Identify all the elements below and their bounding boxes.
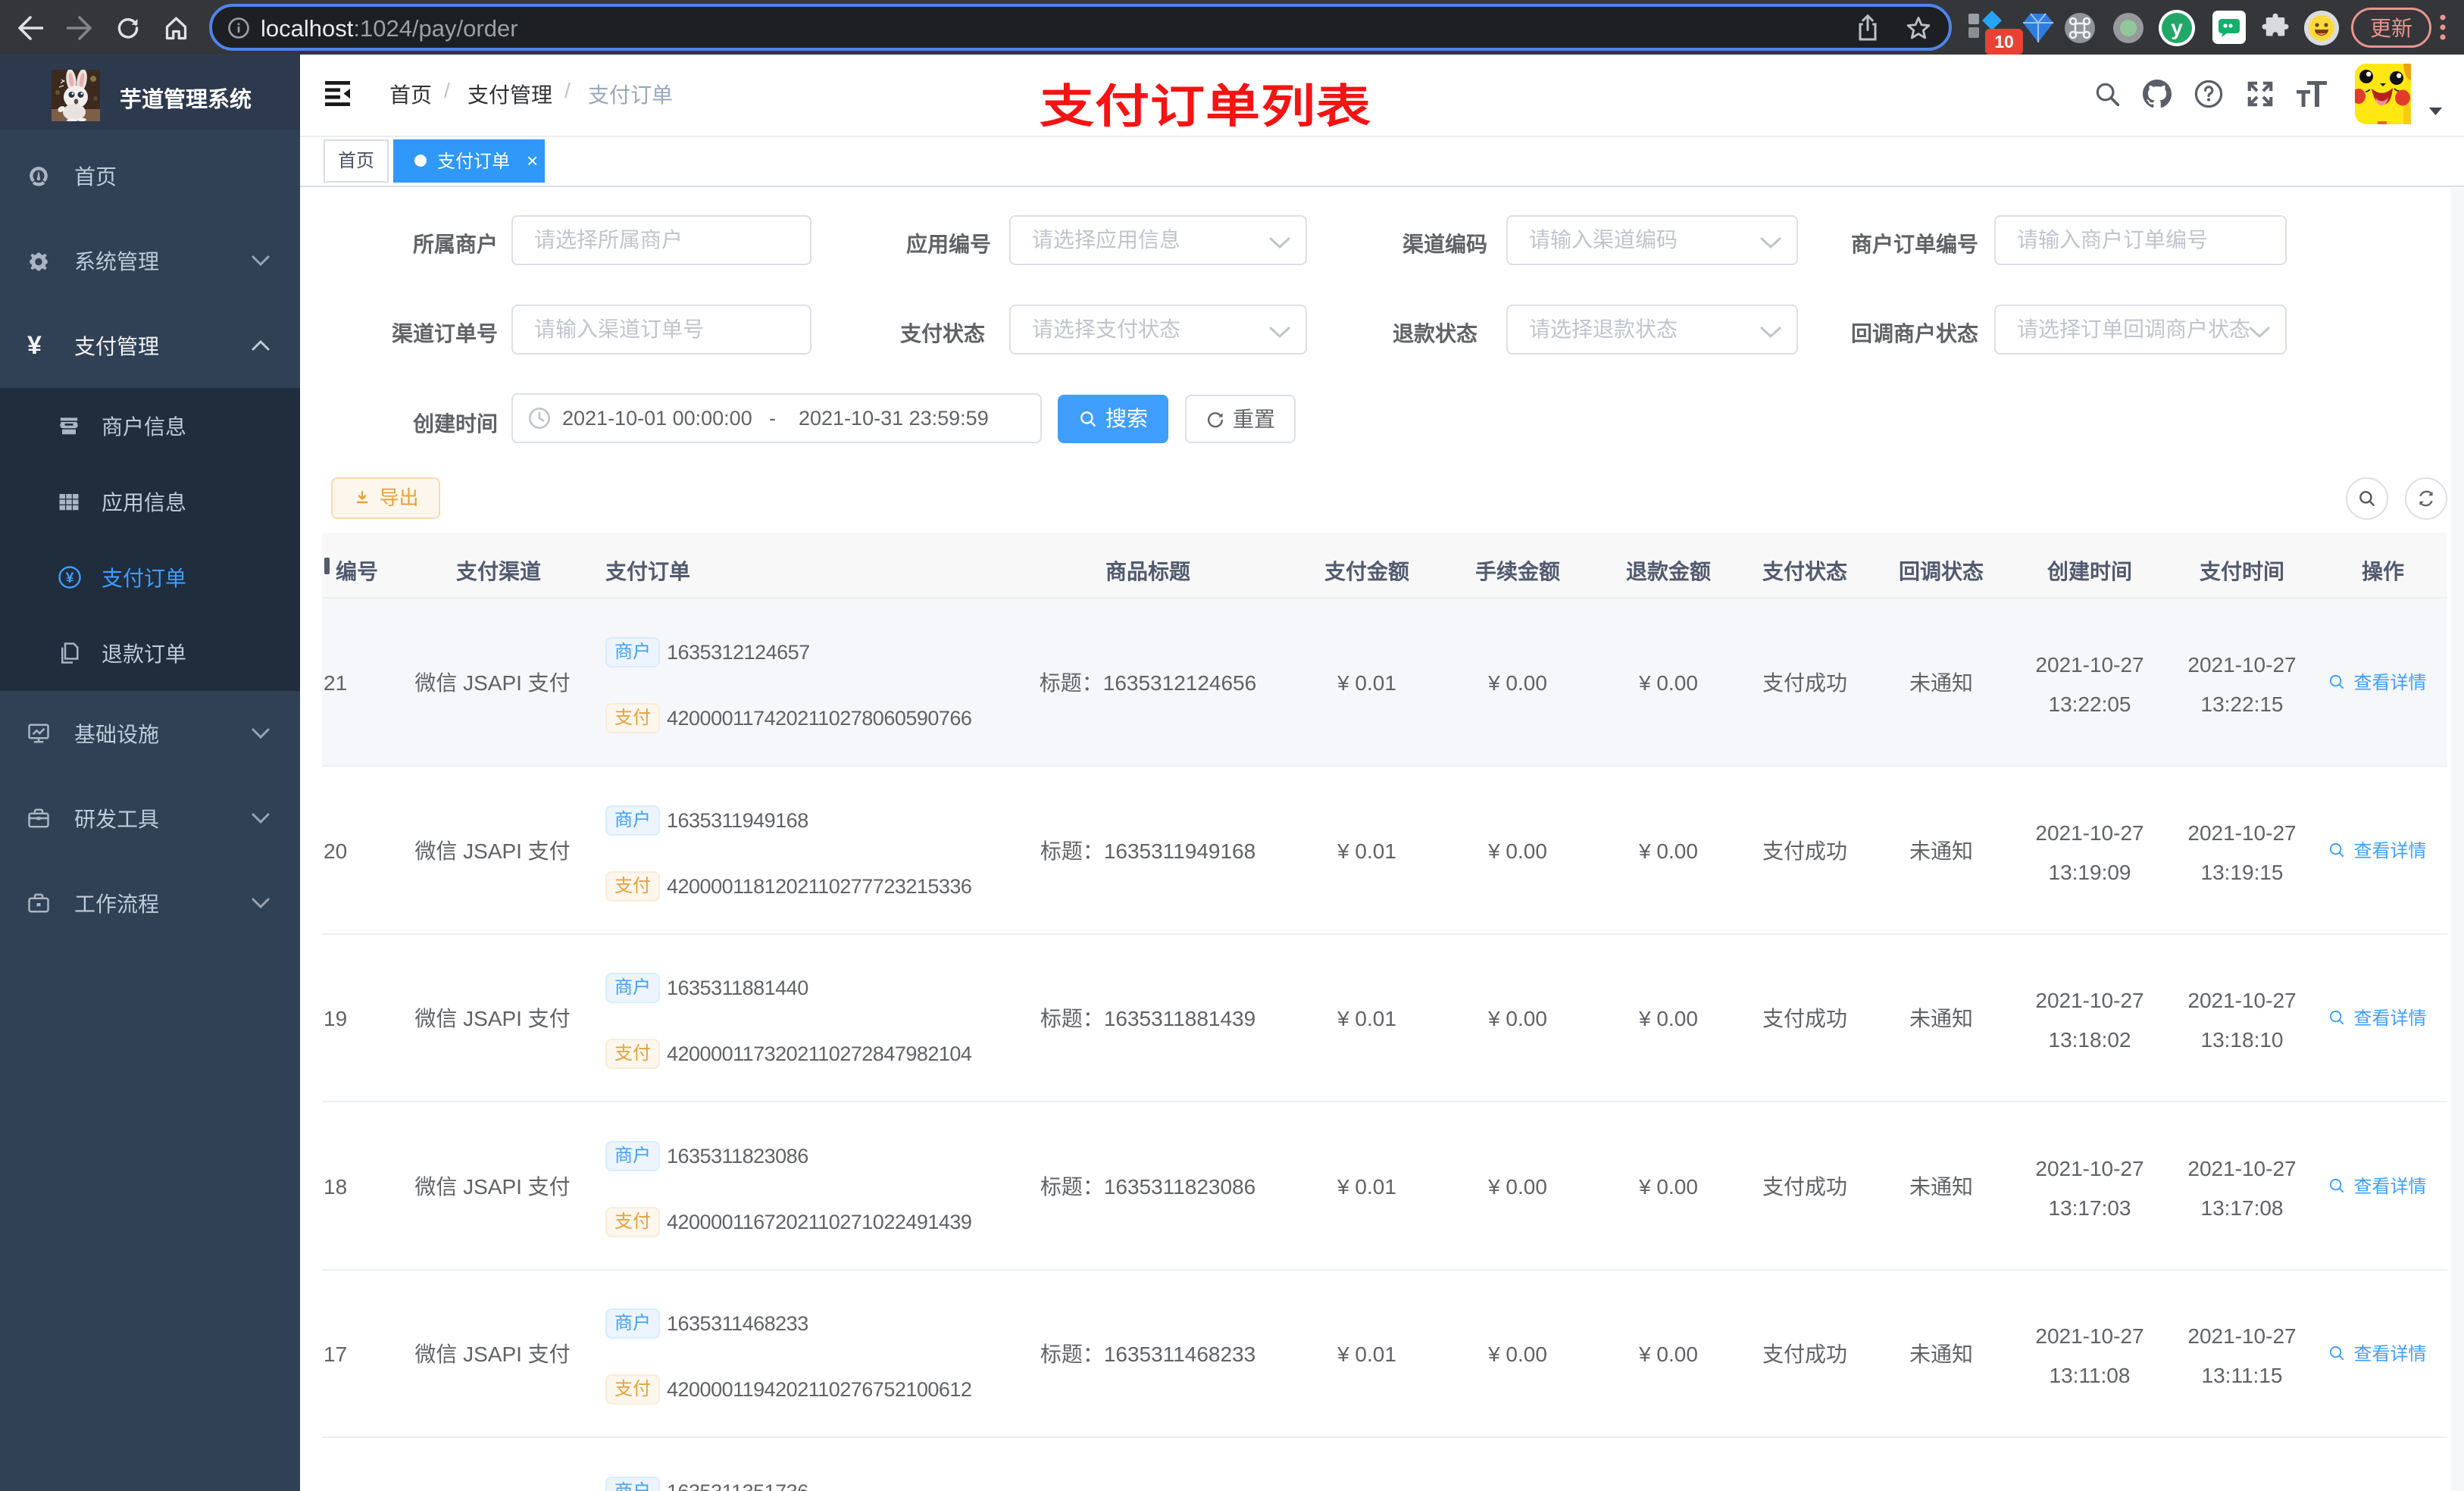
svg-text:¥: ¥	[66, 570, 74, 586]
svg-text:y: y	[2171, 16, 2183, 39]
